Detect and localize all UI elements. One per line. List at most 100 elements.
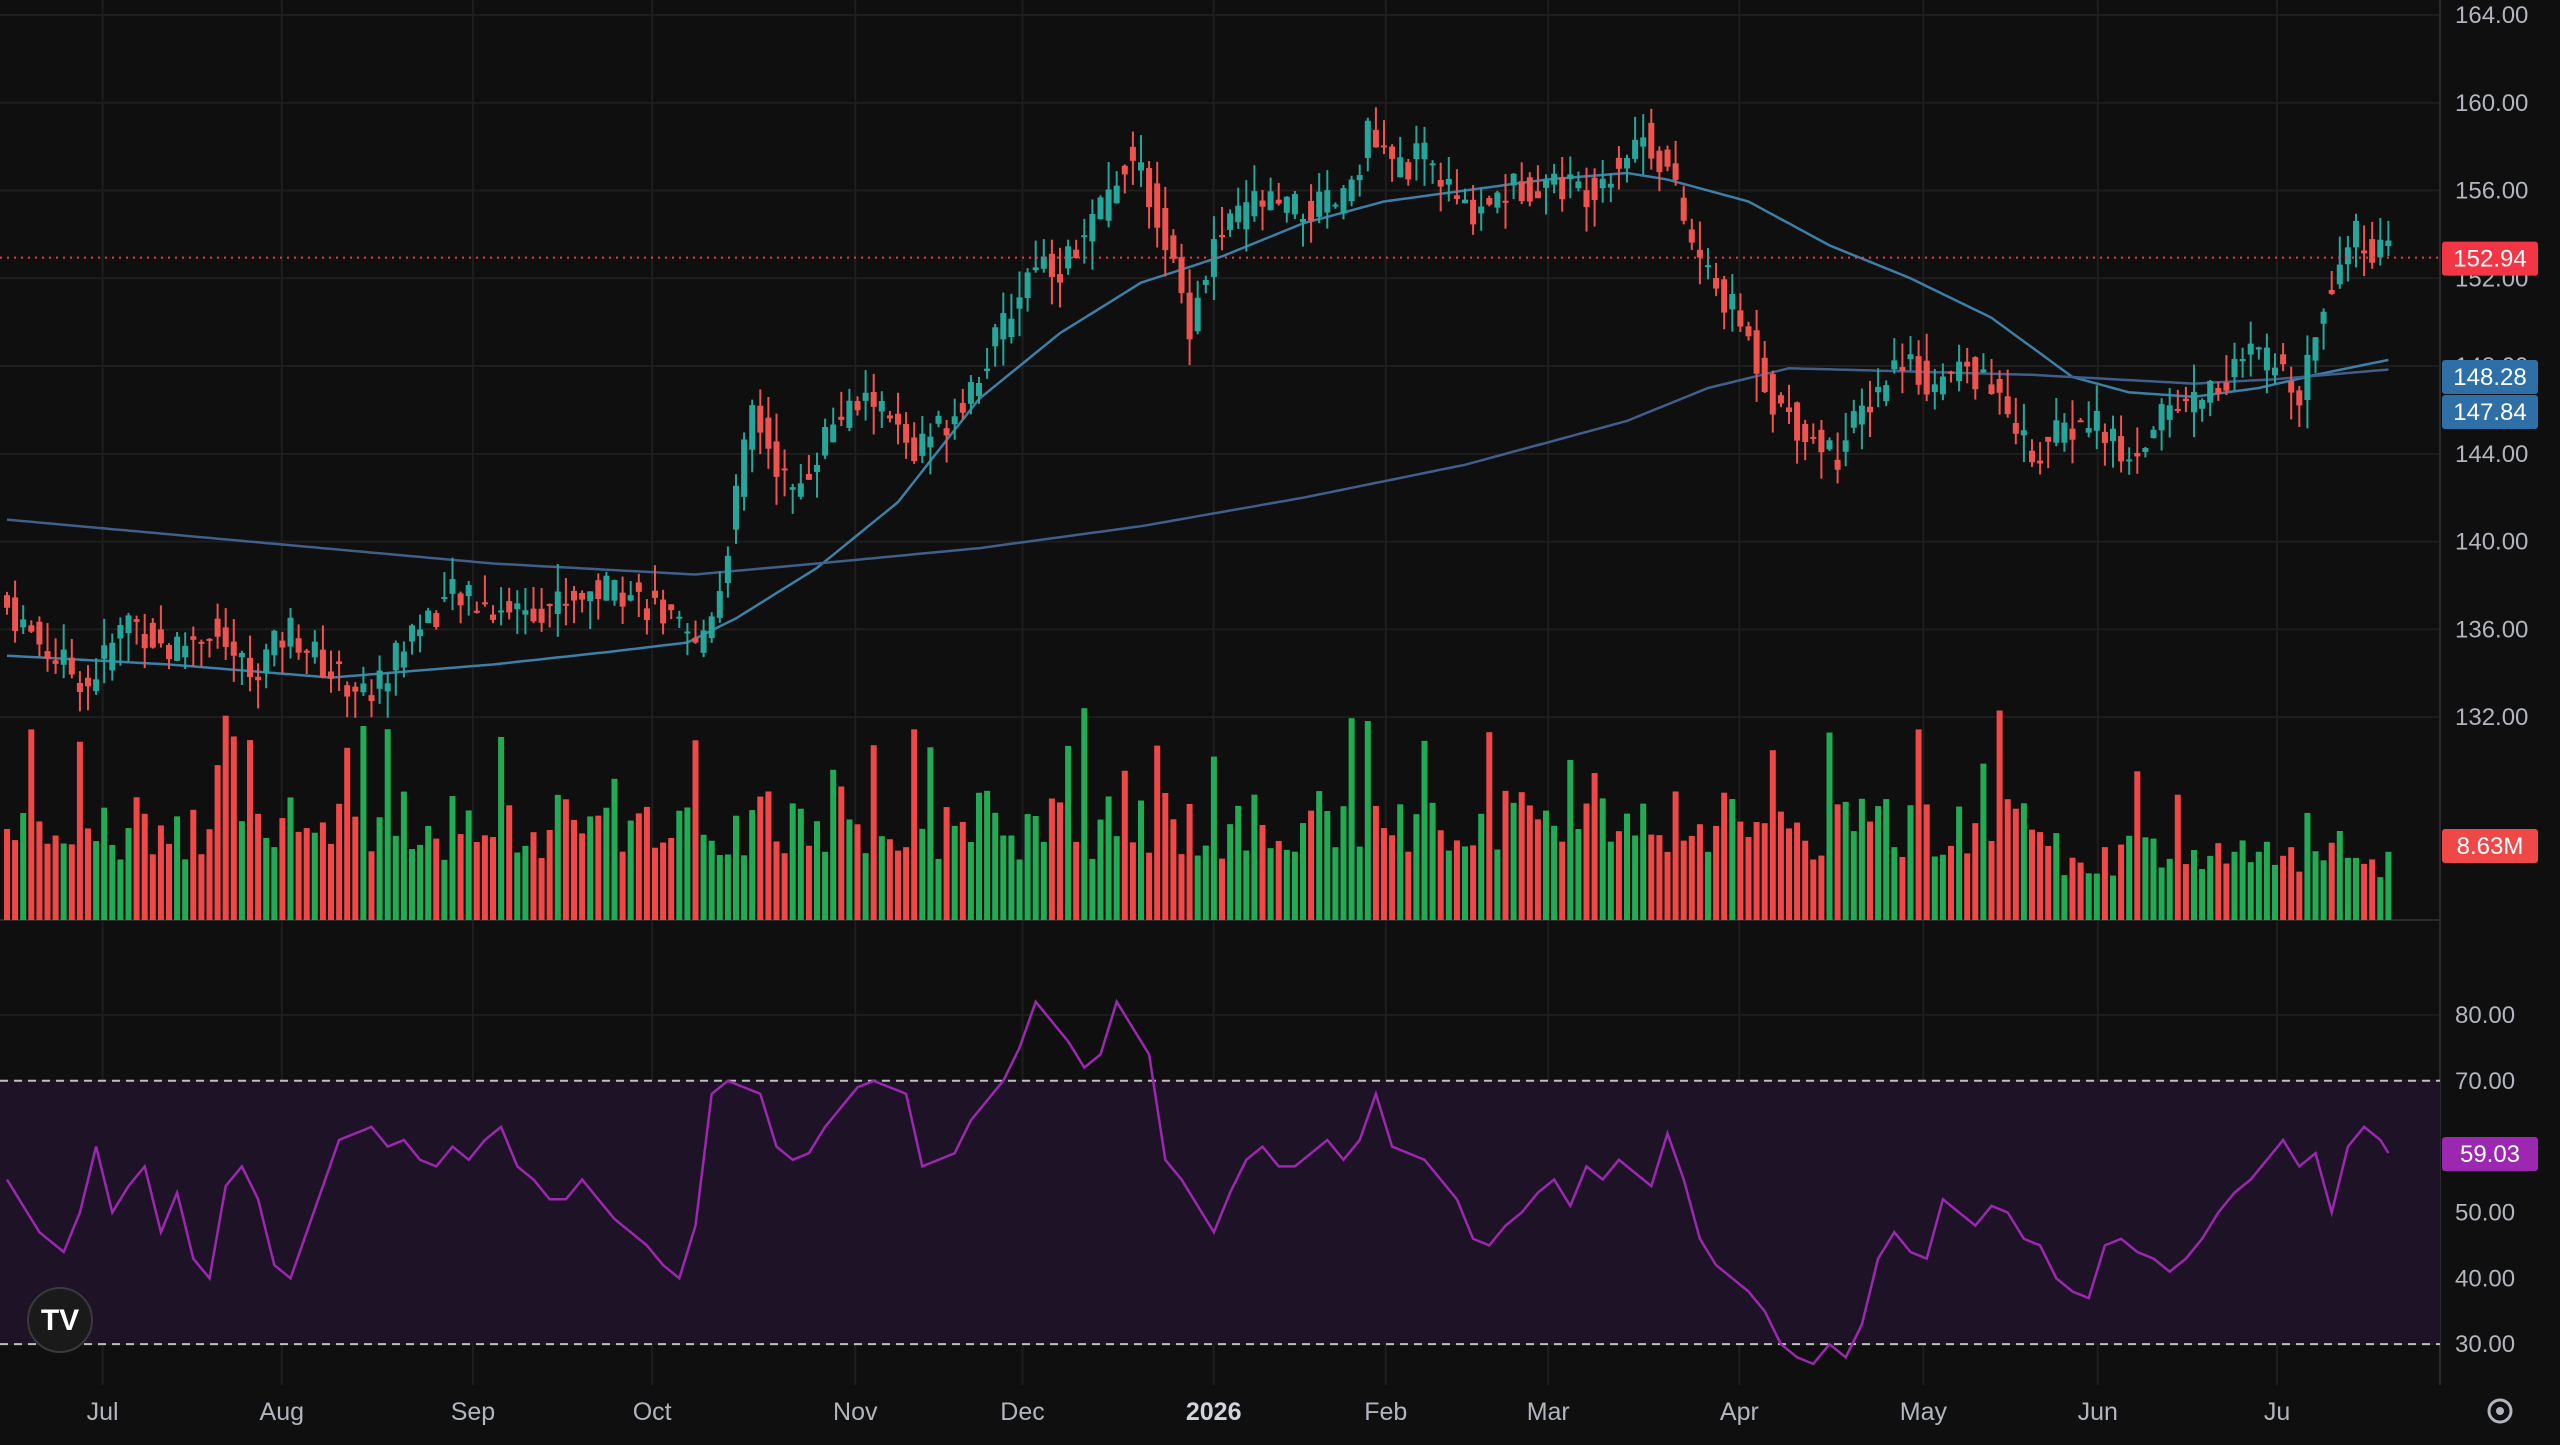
volume-bar [619,851,626,920]
volume-bar [1146,852,1153,920]
volume-bar [1534,819,1541,920]
candle-body [2385,240,2392,247]
candle-body [935,415,942,424]
candle-body [1227,213,1234,230]
volume-bar [2280,855,2287,920]
volume-bar [1575,829,1582,920]
price-tick-label: 132.00 [2455,704,2528,731]
volume-bar [2061,875,2068,920]
volume-bar [457,834,464,920]
rsi-band [0,1079,2440,1346]
volume-bar [2085,873,2092,920]
candle-body [2077,420,2084,423]
candle-body [1875,386,1882,393]
candle-body [1705,265,1711,268]
volume-bar [1696,824,1703,920]
time-tick-label: Aug [260,1398,304,1426]
candle-body [1186,292,1193,340]
candle-body [1737,310,1744,327]
volume-bar [392,835,399,920]
candle-body [1583,190,1590,208]
volume-bar [1340,806,1347,920]
volume-bar [627,820,634,920]
candle-body [1372,129,1379,148]
volume-bar [433,838,440,920]
volume-bar [465,810,472,920]
volume-bar [2182,864,2189,920]
volume-bar [1559,841,1566,920]
volume-bar [1462,846,1468,920]
candle-body [870,392,877,407]
candle-body [2369,239,2376,263]
candle-body [1915,356,1922,385]
volume-bar [2174,794,2181,920]
volume-bar [1551,825,1558,920]
volume-bar [2353,857,2359,920]
candle-body [1129,146,1136,161]
candle-body [838,416,845,420]
volume-bar [1478,813,1485,920]
time-tick-label: Oct [633,1398,672,1426]
candle-body [1510,173,1517,186]
volume-bar [2134,771,2141,920]
volume-bar [1040,841,1047,920]
candle-body [190,636,197,640]
volume-bar [1194,855,1201,920]
candle-body [2061,422,2068,443]
candle-body [1559,177,1566,200]
candle-body [805,474,812,480]
volume-bar [1413,814,1420,920]
volume-bar [279,818,286,920]
candle-body [247,657,253,678]
volume-bar [319,822,326,920]
candle-body [1883,385,1890,402]
volume-bar [1737,821,1744,920]
tradingview-logo[interactable]: TV [27,1287,93,1353]
candle-body [2004,396,2011,415]
candle-body [76,682,83,693]
volume-bar [1931,856,1938,920]
volume-bar [2385,851,2392,920]
volume-bar [1308,810,1315,920]
candle-body [2336,264,2343,285]
volume-bar [1073,841,1080,920]
candle-body [1300,219,1306,223]
volume-bar [1453,840,1460,920]
volume-bar [911,729,918,920]
time-tick-label: Jul [87,1398,119,1426]
volume-bar [1032,816,1039,920]
volume-bar [1267,848,1274,920]
volume-bar [1794,822,1801,920]
candle-body [1867,406,1873,413]
time-tick-label: Mar [1527,1398,1570,1426]
candle-body [1162,207,1169,251]
candle-body [1291,194,1298,215]
volume-bar [814,821,820,920]
candle-body [1235,205,1242,223]
candle-body [360,683,367,693]
volume-bar [2344,857,2351,920]
candle-body [992,327,999,347]
volume-bar [830,769,837,920]
candle-body [652,590,658,598]
candle-body [1948,371,1954,374]
candle-body [700,630,707,653]
volume-bar [190,809,197,920]
volume-bar [684,807,691,920]
volume-bar [2304,812,2311,920]
volume-bar [1348,718,1355,920]
candle-body [2182,398,2189,402]
candle-body [1664,149,1671,167]
volume-bar [1664,851,1671,920]
candle-body [1008,318,1015,338]
volume-bar [1219,858,1225,920]
volume-bar [20,812,27,920]
volume-bar [1324,811,1331,920]
volume-bar [2369,859,2376,920]
volume-bar [700,834,707,920]
candle-body [2045,436,2052,442]
ma-slow-badge: 147.84 [2453,399,2526,426]
volume-bar [2288,847,2295,920]
candle-body [2215,388,2222,394]
volume-bar [2158,867,2165,920]
